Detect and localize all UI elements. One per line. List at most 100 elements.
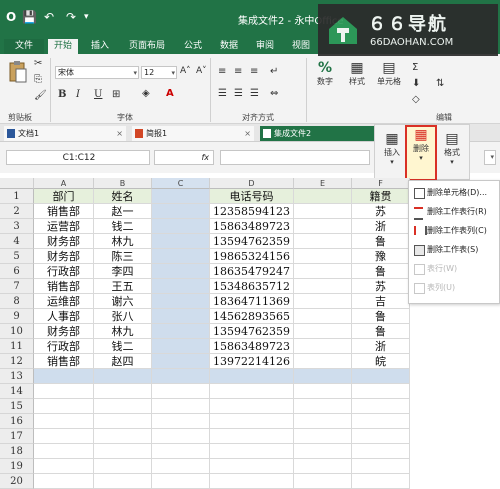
menu-item-delete-columns[interactable]: 删除工作表列(C) [411, 222, 499, 239]
tab-formulas[interactable]: 公式 [178, 39, 208, 54]
row-header[interactable]: 17 [0, 429, 34, 444]
row-header[interactable]: 2 [0, 204, 34, 219]
table-header-cell[interactable]: 籍贯 [352, 189, 410, 204]
table-cell[interactable] [294, 369, 352, 384]
table-cell[interactable] [352, 369, 410, 384]
table-cell[interactable] [34, 444, 94, 459]
table-cell[interactable] [94, 384, 152, 399]
table-cell[interactable]: 陈三 [94, 249, 152, 264]
tab-data[interactable]: 数据 [214, 39, 244, 54]
table-cell[interactable] [152, 369, 210, 384]
table-cell[interactable] [152, 249, 210, 264]
table-cell[interactable] [152, 234, 210, 249]
table-cell[interactable]: 15348635712 [210, 279, 294, 294]
table-cell[interactable] [294, 339, 352, 354]
table-cell[interactable] [34, 429, 94, 444]
styles-button[interactable]: ▦ 样式 [342, 60, 372, 87]
close-icon[interactable]: × [244, 126, 251, 141]
row-header[interactable]: 16 [0, 414, 34, 429]
row-header[interactable]: 10 [0, 324, 34, 339]
table-cell[interactable]: 钱二 [94, 219, 152, 234]
italic-button[interactable]: I [76, 89, 80, 100]
table-cell[interactable] [152, 264, 210, 279]
row-header[interactable]: 3 [0, 219, 34, 234]
table-cell[interactable] [352, 414, 410, 429]
table-cell[interactable] [294, 444, 352, 459]
table-cell[interactable] [152, 219, 210, 234]
table-cell[interactable] [210, 474, 294, 489]
autosum-icon[interactable]: Σ [412, 62, 418, 73]
sort-filter-icon[interactable]: ⇅ [436, 78, 444, 89]
table-cell[interactable] [210, 369, 294, 384]
table-cell[interactable] [210, 444, 294, 459]
delete-cells-button[interactable]: ▦ 删除 ▾ [405, 125, 437, 181]
align-bottom-icon[interactable]: ≡ [250, 66, 258, 77]
undo-icon[interactable]: ↶ [44, 10, 54, 24]
table-cell[interactable] [94, 474, 152, 489]
formula-input[interactable] [220, 150, 370, 165]
table-cell[interactable] [34, 414, 94, 429]
table-cell[interactable]: 销售部 [34, 279, 94, 294]
align-top-icon[interactable]: ≡ [218, 66, 226, 77]
row-header[interactable]: 4 [0, 234, 34, 249]
table-cell[interactable]: 15863489723 [210, 339, 294, 354]
cells-button[interactable]: ▤ 单元格 [372, 60, 406, 87]
insert-cells-button[interactable]: ▦ 插入 ▾ [379, 131, 405, 166]
table-cell[interactable] [152, 414, 210, 429]
table-cell[interactable]: 13972214126 [210, 354, 294, 369]
tab-file[interactable]: 文件 [4, 39, 44, 54]
table-cell[interactable] [210, 414, 294, 429]
column-header-c[interactable]: C [152, 178, 210, 189]
bold-button[interactable]: B [58, 89, 66, 100]
table-cell[interactable]: 12358594123 [210, 204, 294, 219]
table-cell[interactable] [152, 294, 210, 309]
table-cell[interactable]: 赵四 [94, 354, 152, 369]
fill-color-icon[interactable]: ◈ [142, 88, 150, 99]
table-cell[interactable] [152, 384, 210, 399]
table-cell[interactable] [210, 399, 294, 414]
table-cell[interactable]: 王五 [94, 279, 152, 294]
table-cell[interactable]: 财务部 [34, 234, 94, 249]
table-cell[interactable] [152, 459, 210, 474]
font-color-icon[interactable]: A [166, 88, 174, 99]
table-cell[interactable] [352, 429, 410, 444]
border-icon[interactable]: ⊞ [112, 89, 120, 100]
table-cell[interactable] [294, 234, 352, 249]
table-cell[interactable] [152, 354, 210, 369]
table-cell[interactable]: 13594762359 [210, 234, 294, 249]
table-cell[interactable] [352, 444, 410, 459]
table-cell[interactable] [210, 384, 294, 399]
column-header-e[interactable]: E [294, 178, 352, 189]
tab-page-layout[interactable]: 页面布局 [122, 39, 172, 54]
table-cell[interactable]: 钱二 [94, 339, 152, 354]
row-header[interactable]: 12 [0, 354, 34, 369]
format-painter-icon[interactable]: 🖌 [34, 90, 47, 101]
table-cell[interactable]: 人事部 [34, 309, 94, 324]
row-header[interactable]: 19 [0, 459, 34, 474]
table-cell[interactable] [294, 324, 352, 339]
clear-icon[interactable]: ◇ [412, 94, 420, 105]
row-header[interactable]: 1 [0, 189, 34, 204]
doc-tab-2[interactable]: 简报1 × [132, 126, 254, 141]
number-format-button[interactable]: % 数字 [310, 60, 340, 87]
table-cell[interactable] [352, 384, 410, 399]
merge-cells-icon[interactable]: ⇔ [270, 88, 278, 99]
cut-icon[interactable]: ✂ [34, 58, 42, 69]
close-icon[interactable]: × [116, 126, 123, 141]
table-cell[interactable]: 皖 [352, 354, 410, 369]
table-cell[interactable]: 销售部 [34, 354, 94, 369]
row-header[interactable]: 18 [0, 444, 34, 459]
table-cell[interactable] [294, 219, 352, 234]
table-cell[interactable]: 苏 [352, 204, 410, 219]
table-cell[interactable]: 18364711369 [210, 294, 294, 309]
table-cell[interactable] [210, 429, 294, 444]
customize-quick-access-icon[interactable]: ▾ [84, 12, 89, 22]
table-cell[interactable]: 李四 [94, 264, 152, 279]
table-cell[interactable] [34, 369, 94, 384]
grow-font-icon[interactable]: A˄ [180, 66, 191, 76]
table-cell[interactable] [294, 354, 352, 369]
table-cell[interactable]: 行政部 [34, 339, 94, 354]
table-cell[interactable]: 鲁 [352, 264, 410, 279]
table-cell[interactable] [94, 399, 152, 414]
table-cell[interactable] [294, 309, 352, 324]
